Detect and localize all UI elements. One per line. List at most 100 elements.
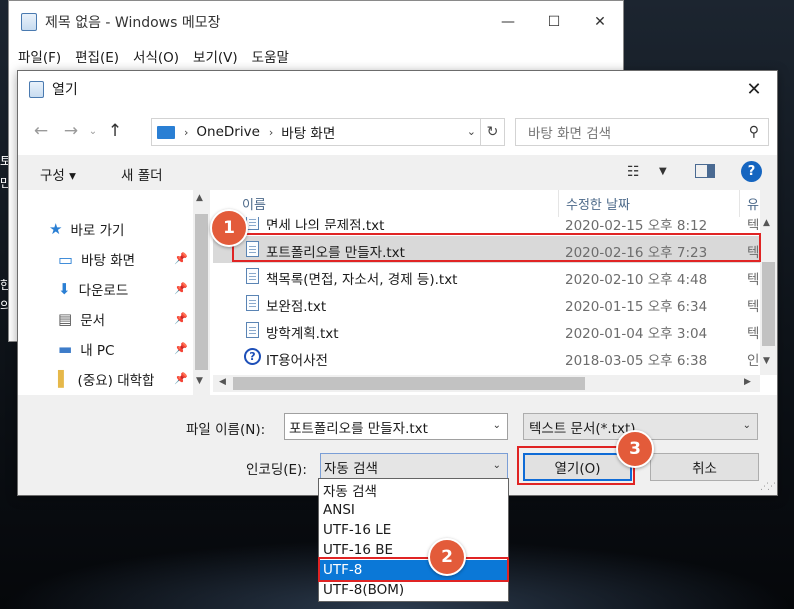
file-date: 2020-02-15 오후 8:12: [565, 218, 708, 230]
file-name: IT용어사전: [266, 353, 328, 369]
breadcrumb-onedrive[interactable]: OneDrive: [196, 124, 259, 140]
file-row[interactable]: 책목록(면접, 자소서, 경제 등).txt 2020-02-10 오후 4:4…: [213, 263, 777, 290]
file-list-horizontal-scrollbar[interactable]: ◀ ▶: [213, 375, 760, 392]
file-row-partial[interactable]: 면세 나의 문제점.txt 2020-02-15 오후 8:12 텍: [213, 217, 777, 230]
text-file-icon: [246, 322, 259, 338]
scrollbar-thumb[interactable]: [762, 262, 775, 346]
file-date: 2020-02-10 오후 4:48: [565, 272, 708, 288]
view-options-icon[interactable]: ☷: [627, 164, 640, 180]
forward-arrow-icon[interactable]: →: [56, 121, 86, 141]
minimize-button[interactable]: —: [485, 1, 531, 43]
scroll-down-icon[interactable]: ▼: [763, 356, 770, 366]
menu-format[interactable]: 서식(O): [126, 46, 186, 66]
scrollbar-thumb[interactable]: [195, 214, 208, 370]
column-divider[interactable]: [739, 190, 740, 217]
dialog-toolbar: 구성 ▾ 새 폴더 ☷ ▼ ?: [18, 155, 777, 189]
notepad-menubar: 파일(F) 편집(E) 서식(O) 보기(V) 도움말: [9, 43, 623, 69]
text-file-icon: [246, 268, 259, 284]
step-marker-2: 2: [428, 538, 466, 576]
pin-icon: 📌: [174, 252, 188, 265]
organize-button[interactable]: 구성 ▾: [40, 164, 76, 184]
onedrive-folder-icon: [157, 125, 175, 139]
search-input[interactable]: 바탕 화면 검색 ⚲: [515, 118, 769, 146]
menu-file[interactable]: 파일(F): [11, 46, 68, 66]
nav-item-label: (중요) 대학합: [77, 373, 155, 389]
notepad-titlebar[interactable]: 제목 없음 - Windows 메모장 — ☐ ✕: [9, 1, 623, 43]
encoding-option[interactable]: UTF-8(BOM): [319, 580, 508, 600]
document-icon: ▤: [58, 310, 73, 328]
dialog-body: ★ 바로 가기 ▭ 바탕 화면 📌 ⬇ 다운로드 📌 ▤ 문서 📌 ▬ 내 PC: [18, 190, 777, 395]
notepad-app-icon: [21, 13, 37, 31]
filename-value: 포트폴리오를 만들자.txt: [289, 420, 428, 437]
file-list-vertical-scrollbar[interactable]: ▲ ▼: [760, 190, 777, 375]
address-bar[interactable]: › OneDrive › 바탕 화면 ⌄ ↻: [151, 118, 505, 146]
pin-icon: 📌: [174, 282, 188, 295]
filename-input[interactable]: 포트폴리오를 만들자.txt ⌄: [284, 413, 508, 440]
address-row: ← → ⌄ ↑ › OneDrive › 바탕 화면 ⌄ ↻ 바탕 화면 검색 …: [18, 107, 777, 155]
nav-item-this-pc[interactable]: ▬ 내 PC: [58, 339, 114, 359]
nav-item-label: 문서: [80, 313, 106, 329]
column-header-type[interactable]: 유: [747, 190, 759, 217]
column-divider[interactable]: [558, 190, 559, 217]
menu-help[interactable]: 도움말: [245, 46, 296, 66]
help-icon[interactable]: ?: [741, 161, 762, 182]
breadcrumb-separator-icon: ›: [268, 125, 274, 139]
scroll-left-icon[interactable]: ◀: [219, 377, 226, 387]
menu-edit[interactable]: 편집(E): [68, 46, 126, 66]
file-name: 보완점.txt: [266, 299, 327, 315]
chevron-down-icon[interactable]: ⌄: [743, 420, 751, 431]
nav-item-downloads[interactable]: ⬇ 다운로드: [58, 279, 128, 299]
column-header-name[interactable]: 이름: [242, 190, 266, 217]
search-icon[interactable]: ⚲: [749, 124, 759, 140]
file-row[interactable]: ? IT용어사전 2018-03-05 오후 6:38 인: [213, 344, 777, 371]
nav-pane-scrollbar[interactable]: ▲ ▼: [193, 190, 210, 395]
file-name: 책목록(면접, 자소서, 경제 등).txt: [266, 272, 458, 288]
view-dropdown-icon[interactable]: ▼: [659, 166, 667, 177]
new-folder-button[interactable]: 새 폴더: [121, 164, 163, 184]
annotation-highlight-file: [232, 233, 761, 262]
refresh-icon[interactable]: ↻: [480, 119, 504, 145]
nav-item-quick-access[interactable]: ★ 바로 가기: [49, 219, 124, 239]
recent-dropdown-icon[interactable]: ⌄: [86, 126, 100, 137]
filename-label: 파일 이름(N):: [186, 422, 266, 438]
up-arrow-icon[interactable]: ↑: [100, 121, 130, 141]
preview-pane-icon[interactable]: [695, 164, 715, 178]
scroll-down-icon[interactable]: ▼: [196, 376, 203, 386]
scroll-right-icon[interactable]: ▶: [744, 377, 751, 387]
text-file-icon: [246, 295, 259, 311]
nav-item-folder-university[interactable]: ▌ (중요) 대학합: [58, 369, 154, 389]
scrollbar-thumb[interactable]: [233, 377, 585, 390]
address-dropdown-icon[interactable]: ⌄: [467, 125, 476, 138]
encoding-select[interactable]: 자동 검색 ⌄: [320, 453, 508, 481]
desktop-icon: ▭: [58, 249, 74, 269]
pin-icon: 📌: [174, 372, 188, 385]
step-marker-3: 3: [616, 430, 654, 468]
column-header-date[interactable]: 수정한 날짜: [566, 190, 630, 217]
chevron-down-icon[interactable]: ⌄: [493, 460, 501, 471]
file-row[interactable]: 방학계획.txt 2020-01-04 오후 3:04 텍: [213, 317, 777, 344]
chevron-down-icon[interactable]: ⌄: [493, 420, 501, 431]
file-list: 이름 수정한 날짜 유 면세 나의 문제점.txt 2020-02-15 오후 …: [213, 190, 777, 395]
dialog-titlebar[interactable]: 열기 ✕: [18, 71, 777, 107]
dialog-close-button[interactable]: ✕: [731, 79, 777, 100]
scroll-up-icon[interactable]: ▲: [196, 193, 203, 203]
file-type: 텍: [747, 218, 760, 230]
encoding-option[interactable]: ANSI: [319, 500, 508, 520]
close-button[interactable]: ✕: [577, 1, 623, 43]
file-type: 인: [747, 353, 760, 369]
shortcut-app-icon: ?: [244, 348, 261, 365]
cancel-button[interactable]: 취소: [650, 453, 759, 481]
scroll-up-icon[interactable]: ▲: [763, 218, 770, 228]
dialog-app-icon: [29, 80, 44, 98]
encoding-option[interactable]: 자동 검색: [319, 480, 508, 500]
resize-grip-icon[interactable]: ⋰⋰: [760, 482, 776, 492]
back-arrow-icon[interactable]: ←: [26, 121, 56, 141]
encoding-option[interactable]: UTF-16 LE: [319, 520, 508, 540]
file-type: 텍: [747, 326, 760, 342]
menu-view[interactable]: 보기(V): [186, 46, 245, 66]
nav-item-documents[interactable]: ▤ 문서: [58, 309, 105, 329]
nav-item-desktop[interactable]: ▭ 바탕 화면: [58, 249, 135, 270]
file-row[interactable]: 보완점.txt 2020-01-15 오후 6:34 텍: [213, 290, 777, 317]
breadcrumb-desktop[interactable]: 바탕 화면: [281, 122, 335, 142]
maximize-button[interactable]: ☐: [531, 1, 577, 43]
